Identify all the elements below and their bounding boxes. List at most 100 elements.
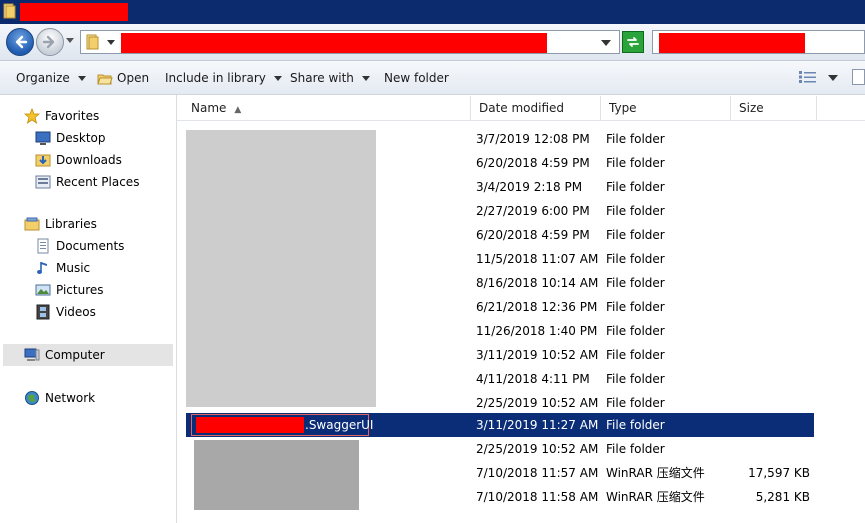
share-with-label: Share with xyxy=(290,71,354,85)
nav-label: Downloads xyxy=(56,153,122,167)
file-row[interactable]: 7/10/2018 11:57 AM WinRAR 压缩文件 17,597 KB xyxy=(186,461,814,485)
include-in-library-button[interactable]: Include in library xyxy=(165,69,282,87)
organize-label: Organize xyxy=(16,71,70,85)
file-row[interactable]: 2/27/2019 6:00 PM File folder xyxy=(186,199,814,223)
file-type: File folder xyxy=(606,276,665,290)
view-details-icon[interactable] xyxy=(798,70,818,84)
nav-item-pictures[interactable]: Pictures xyxy=(0,280,170,300)
column-header-label: Date modified xyxy=(479,101,565,115)
folder-icon xyxy=(86,34,99,50)
file-type: File folder xyxy=(606,348,665,362)
file-row[interactable]: 2/25/2019 10:52 AM File folder xyxy=(186,391,814,415)
file-date: 2/25/2019 10:52 AM xyxy=(476,442,599,456)
file-type: File folder xyxy=(606,156,665,170)
redacted-window-title xyxy=(20,3,128,21)
file-row[interactable]: 4/11/2018 4:11 PM File folder xyxy=(186,367,814,391)
column-header-label: Size xyxy=(739,101,764,115)
nav-label: Documents xyxy=(56,239,125,253)
breadcrumb-arrow-icon[interactable] xyxy=(107,38,115,46)
nav-label: Libraries xyxy=(45,217,97,231)
file-type: WinRAR 压缩文件 xyxy=(606,466,705,480)
file-row[interactable]: 11/26/2018 1:40 PM File folder xyxy=(186,319,814,343)
column-header-date-modified[interactable]: Date modified xyxy=(471,96,601,120)
chevron-down-icon xyxy=(77,76,86,81)
chevron-down-icon xyxy=(273,76,282,81)
column-header-name[interactable]: Name ▲ xyxy=(177,96,471,120)
file-date: 3/11/2019 10:52 AM xyxy=(476,348,599,362)
nav-label: Recent Places xyxy=(56,175,140,189)
nav-item-videos[interactable]: Videos xyxy=(0,302,170,322)
file-type: File folder xyxy=(606,372,665,386)
navigation-pane: Favorites Desktop Downloads Recent Place… xyxy=(0,95,177,523)
file-date: 4/11/2018 4:11 PM xyxy=(476,372,590,386)
file-row[interactable]: 11/5/2018 11:07 AM File folder xyxy=(186,247,814,271)
file-size: 17,597 KB xyxy=(748,466,810,480)
redacted-search-text xyxy=(659,33,805,53)
file-row[interactable]: 3/7/2019 12:08 PM File folder xyxy=(186,127,814,151)
view-options-dropdown-icon[interactable] xyxy=(828,74,838,82)
file-date: 7/10/2018 11:58 AM xyxy=(476,490,599,504)
search-input[interactable] xyxy=(652,30,865,54)
share-with-button[interactable]: Share with xyxy=(290,69,370,87)
back-button[interactable] xyxy=(6,28,34,56)
downloads-folder-icon xyxy=(35,154,51,167)
nav-item-favorites[interactable]: Favorites xyxy=(0,106,170,126)
nav-item-desktop[interactable]: Desktop xyxy=(0,128,170,148)
file-row[interactable]: 6/21/2018 12:36 PM File folder xyxy=(186,295,814,319)
address-bar-row xyxy=(0,24,865,61)
new-folder-label: New folder xyxy=(384,71,449,85)
file-date: 3/11/2019 11:27 AM xyxy=(476,418,599,432)
nav-label: Computer xyxy=(45,348,105,362)
nav-label: Videos xyxy=(56,305,96,319)
organize-button[interactable]: Organize xyxy=(16,69,86,87)
refresh-button[interactable] xyxy=(622,31,644,53)
nav-item-network[interactable]: Network xyxy=(0,388,170,408)
address-field[interactable] xyxy=(80,30,620,54)
nav-item-recent-places[interactable]: Recent Places xyxy=(0,172,170,192)
file-date: 7/10/2018 11:57 AM xyxy=(476,466,599,480)
nav-item-downloads[interactable]: Downloads xyxy=(0,150,170,170)
star-icon xyxy=(24,108,40,124)
command-toolbar: Organize Open Include in library Share w… xyxy=(0,61,865,95)
column-header-size[interactable]: Size xyxy=(731,96,817,120)
recent-pages-dropdown-icon[interactable] xyxy=(66,38,74,44)
open-button[interactable]: Open xyxy=(97,69,149,87)
file-type: File folder xyxy=(606,324,665,338)
file-type: File folder xyxy=(606,252,665,266)
title-bar xyxy=(0,0,865,24)
nav-item-documents[interactable]: Documents xyxy=(0,236,170,256)
file-size: 5,281 KB xyxy=(755,490,810,504)
forward-button[interactable] xyxy=(36,28,64,56)
redacted-file-name xyxy=(196,417,304,433)
include-in-library-label: Include in library xyxy=(165,71,266,85)
file-row[interactable]: 8/16/2018 10:14 AM File folder xyxy=(186,271,814,295)
file-row-selected[interactable]: .SwaggerUI 3/11/2019 11:27 AM File folde… xyxy=(186,413,814,437)
file-name-cell[interactable]: .SwaggerUI xyxy=(191,414,373,436)
file-date: 2/27/2019 6:00 PM xyxy=(476,204,590,218)
nav-item-computer[interactable]: Computer xyxy=(0,345,170,365)
file-row[interactable]: 2/25/2019 10:52 AM File folder xyxy=(186,437,814,461)
file-type: File folder xyxy=(606,442,665,456)
file-type: File folder xyxy=(606,132,665,146)
refresh-icon xyxy=(627,37,639,47)
nav-label: Music xyxy=(56,261,91,275)
nav-item-libraries[interactable]: Libraries xyxy=(0,214,170,234)
nav-item-music[interactable]: Music xyxy=(0,258,170,278)
column-header-type[interactable]: Type xyxy=(601,96,731,120)
videos-filmstrip-icon xyxy=(36,304,50,320)
preview-pane-button[interactable] xyxy=(852,69,865,85)
file-row[interactable]: 3/4/2019 2:18 PM File folder xyxy=(186,175,814,199)
file-type: File folder xyxy=(606,180,665,194)
nav-label: Favorites xyxy=(45,109,100,123)
file-row[interactable]: 6/20/2018 4:59 PM File folder xyxy=(186,223,814,247)
file-date: 8/16/2018 10:14 AM xyxy=(476,276,599,290)
file-row[interactable]: 6/20/2018 4:59 PM File folder xyxy=(186,151,814,175)
file-row[interactable]: 7/10/2018 11:58 AM WinRAR 压缩文件 5,281 KB xyxy=(186,485,814,509)
documents-icon xyxy=(37,238,49,254)
file-row[interactable]: 3/11/2019 10:52 AM File folder xyxy=(186,343,814,367)
address-dropdown-icon[interactable] xyxy=(601,39,611,47)
file-date: 11/26/2018 1:40 PM xyxy=(476,324,598,338)
network-globe-icon xyxy=(25,391,39,405)
new-folder-button[interactable]: New folder xyxy=(384,69,449,87)
file-type: File folder xyxy=(606,204,665,218)
